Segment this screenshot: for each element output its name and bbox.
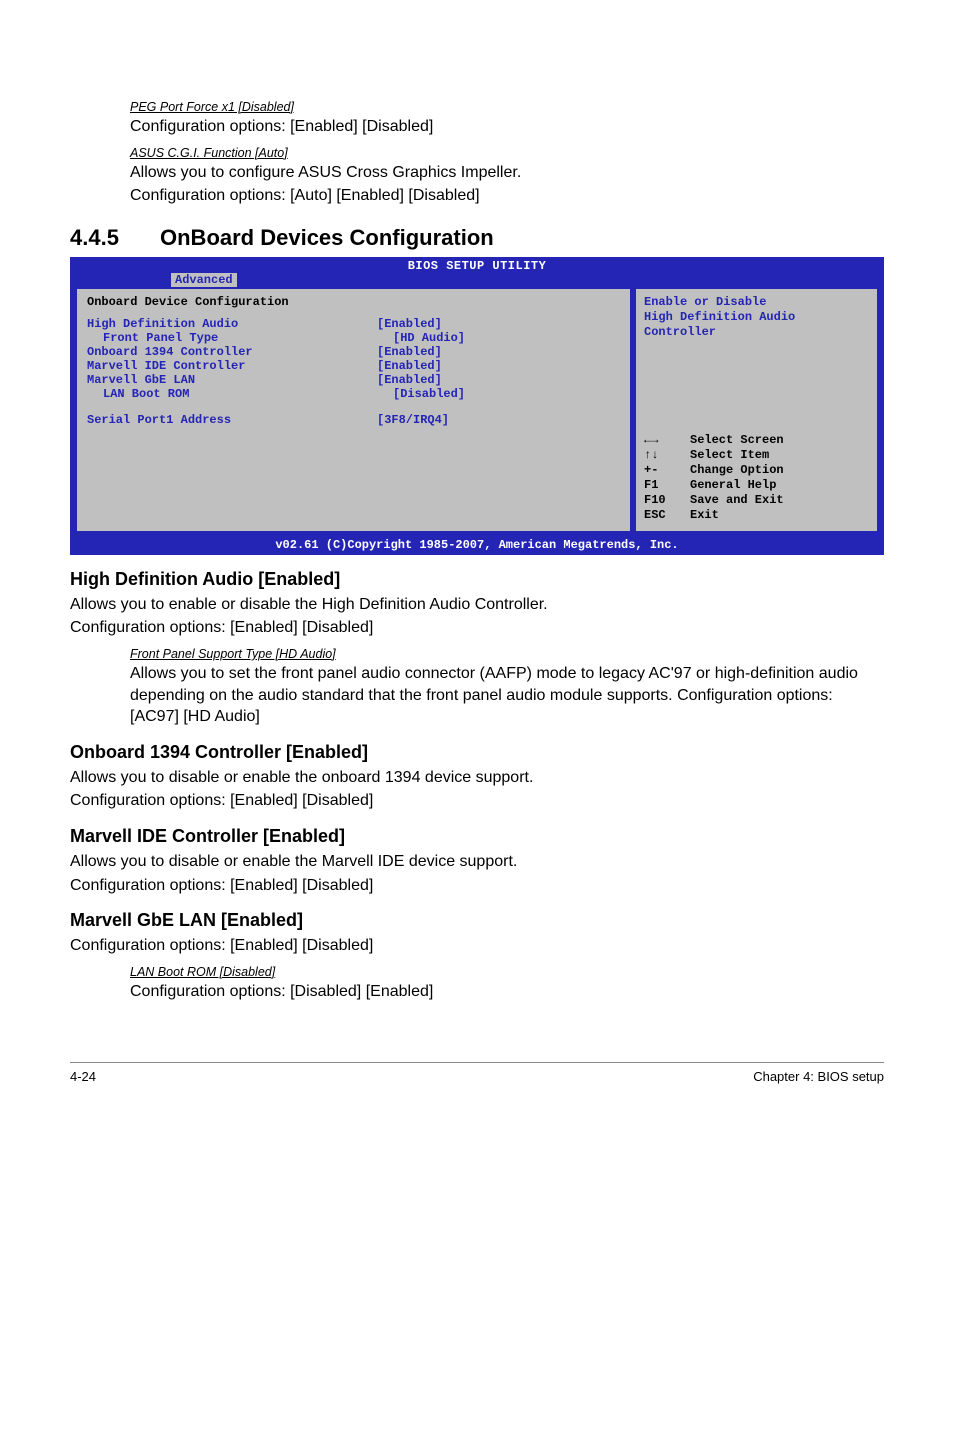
hda-desc-2: Configuration options: [Enabled] [Disabl…: [70, 617, 884, 639]
mide-heading: Marvell IDE Controller [Enabled]: [70, 826, 884, 847]
key-desc: Exit: [690, 508, 719, 523]
hda-desc-1: Allows you to enable or disable the High…: [70, 594, 884, 616]
o1394-desc-2: Configuration options: [Enabled] [Disabl…: [70, 790, 884, 812]
bios-key-legend: ←→Select Screen ↑↓Select Item +-Change O…: [644, 433, 869, 523]
asus-cgi-line1: Allows you to configure ASUS Cross Graph…: [130, 162, 884, 184]
bios-screenshot: BIOS SETUP UTILITY Advanced Onboard Devi…: [70, 257, 884, 555]
mide-desc-2: Configuration options: [Enabled] [Disabl…: [70, 875, 884, 897]
key-desc: Select Item: [690, 448, 769, 463]
mide-desc-1: Allows you to disable or enable the Marv…: [70, 851, 884, 873]
bios-item-value: [Enabled]: [377, 345, 442, 359]
bios-item-lanboot: LAN Boot ROM [Disabled]: [87, 387, 620, 401]
bios-item-label: Onboard 1394 Controller: [87, 345, 377, 359]
page-number: 4-24: [70, 1069, 96, 1084]
section-heading: 4.4.5OnBoard Devices Configuration: [70, 225, 884, 251]
key-arrows-lr: ←→: [644, 433, 690, 448]
bios-panel-heading: Onboard Device Configuration: [87, 295, 620, 309]
bios-tab-advanced: Advanced: [171, 273, 237, 287]
bios-left-panel: Onboard Device Configuration High Defini…: [77, 289, 630, 531]
key-plus-minus: +-: [644, 463, 690, 478]
key-esc: ESC: [644, 508, 690, 523]
bios-item-fpt: Front Panel Type [HD Audio]: [87, 331, 620, 345]
bios-help-line2: High Definition Audio: [644, 310, 869, 325]
front-panel-label: Front Panel Support Type [HD Audio]: [130, 647, 884, 661]
key-arrows-ud: ↑↓: [644, 448, 690, 463]
bios-item-label: High Definition Audio: [87, 317, 377, 331]
bios-item-serial: Serial Port1 Address [3F8/IRQ4]: [87, 413, 620, 427]
section-title: OnBoard Devices Configuration: [160, 225, 494, 250]
bios-help-text: Enable or Disable High Definition Audio …: [644, 295, 869, 340]
peg-port-desc: Configuration options: [Enabled] [Disabl…: [130, 116, 884, 138]
bios-item-value: [Disabled]: [393, 387, 465, 401]
chapter-label: Chapter 4: BIOS setup: [753, 1069, 884, 1084]
bios-item-label: Marvell IDE Controller: [87, 359, 377, 373]
bios-item-value: [Enabled]: [377, 359, 442, 373]
mgbe-heading: Marvell GbE LAN [Enabled]: [70, 910, 884, 931]
bios-item-mgbe: Marvell GbE LAN [Enabled]: [87, 373, 620, 387]
key-f10: F10: [644, 493, 690, 508]
key-desc: Save and Exit: [690, 493, 784, 508]
bios-item-value: [3F8/IRQ4]: [377, 413, 449, 427]
bios-item-label: Marvell GbE LAN: [87, 373, 377, 387]
key-desc: General Help: [690, 478, 776, 493]
lan-boot-label: LAN Boot ROM [Disabled]: [130, 965, 884, 979]
o1394-heading: Onboard 1394 Controller [Enabled]: [70, 742, 884, 763]
bios-item-value: [HD Audio]: [393, 331, 465, 345]
hda-heading: High Definition Audio [Enabled]: [70, 569, 884, 590]
bios-right-panel: Enable or Disable High Definition Audio …: [636, 289, 877, 531]
bios-item-value: [Enabled]: [377, 373, 442, 387]
bios-item-value: [Enabled]: [377, 317, 442, 331]
mgbe-desc-1: Configuration options: [Enabled] [Disabl…: [70, 935, 884, 957]
bios-item-1394: Onboard 1394 Controller [Enabled]: [87, 345, 620, 359]
bios-item-hda: High Definition Audio [Enabled]: [87, 317, 620, 331]
bios-help-line3: Controller: [644, 325, 869, 340]
asus-cgi-label: ASUS C.G.I. Function [Auto]: [130, 146, 884, 160]
o1394-desc-1: Allows you to disable or enable the onbo…: [70, 767, 884, 789]
bios-copyright: v02.61 (C)Copyright 1985-2007, American …: [71, 537, 883, 554]
bios-title: BIOS SETUP UTILITY: [71, 258, 883, 273]
bios-item-label: Front Panel Type: [87, 331, 393, 345]
bios-item-mide: Marvell IDE Controller [Enabled]: [87, 359, 620, 373]
bios-item-label: LAN Boot ROM: [87, 387, 393, 401]
bios-item-label: Serial Port1 Address: [87, 413, 377, 427]
page-footer: 4-24 Chapter 4: BIOS setup: [70, 1069, 884, 1084]
bios-help-line1: Enable or Disable: [644, 295, 869, 310]
lan-boot-desc: Configuration options: [Disabled] [Enabl…: [130, 981, 884, 1003]
key-desc: Change Option: [690, 463, 784, 478]
bios-tab-row: Advanced: [71, 273, 883, 289]
asus-cgi-line2: Configuration options: [Auto] [Enabled] …: [130, 185, 884, 207]
key-desc: Select Screen: [690, 433, 784, 448]
key-f1: F1: [644, 478, 690, 493]
peg-port-label: PEG Port Force x1 [Disabled]: [130, 100, 884, 114]
footer-rule: [70, 1062, 884, 1063]
section-number: 4.4.5: [70, 225, 160, 251]
front-panel-desc: Allows you to set the front panel audio …: [130, 663, 884, 728]
